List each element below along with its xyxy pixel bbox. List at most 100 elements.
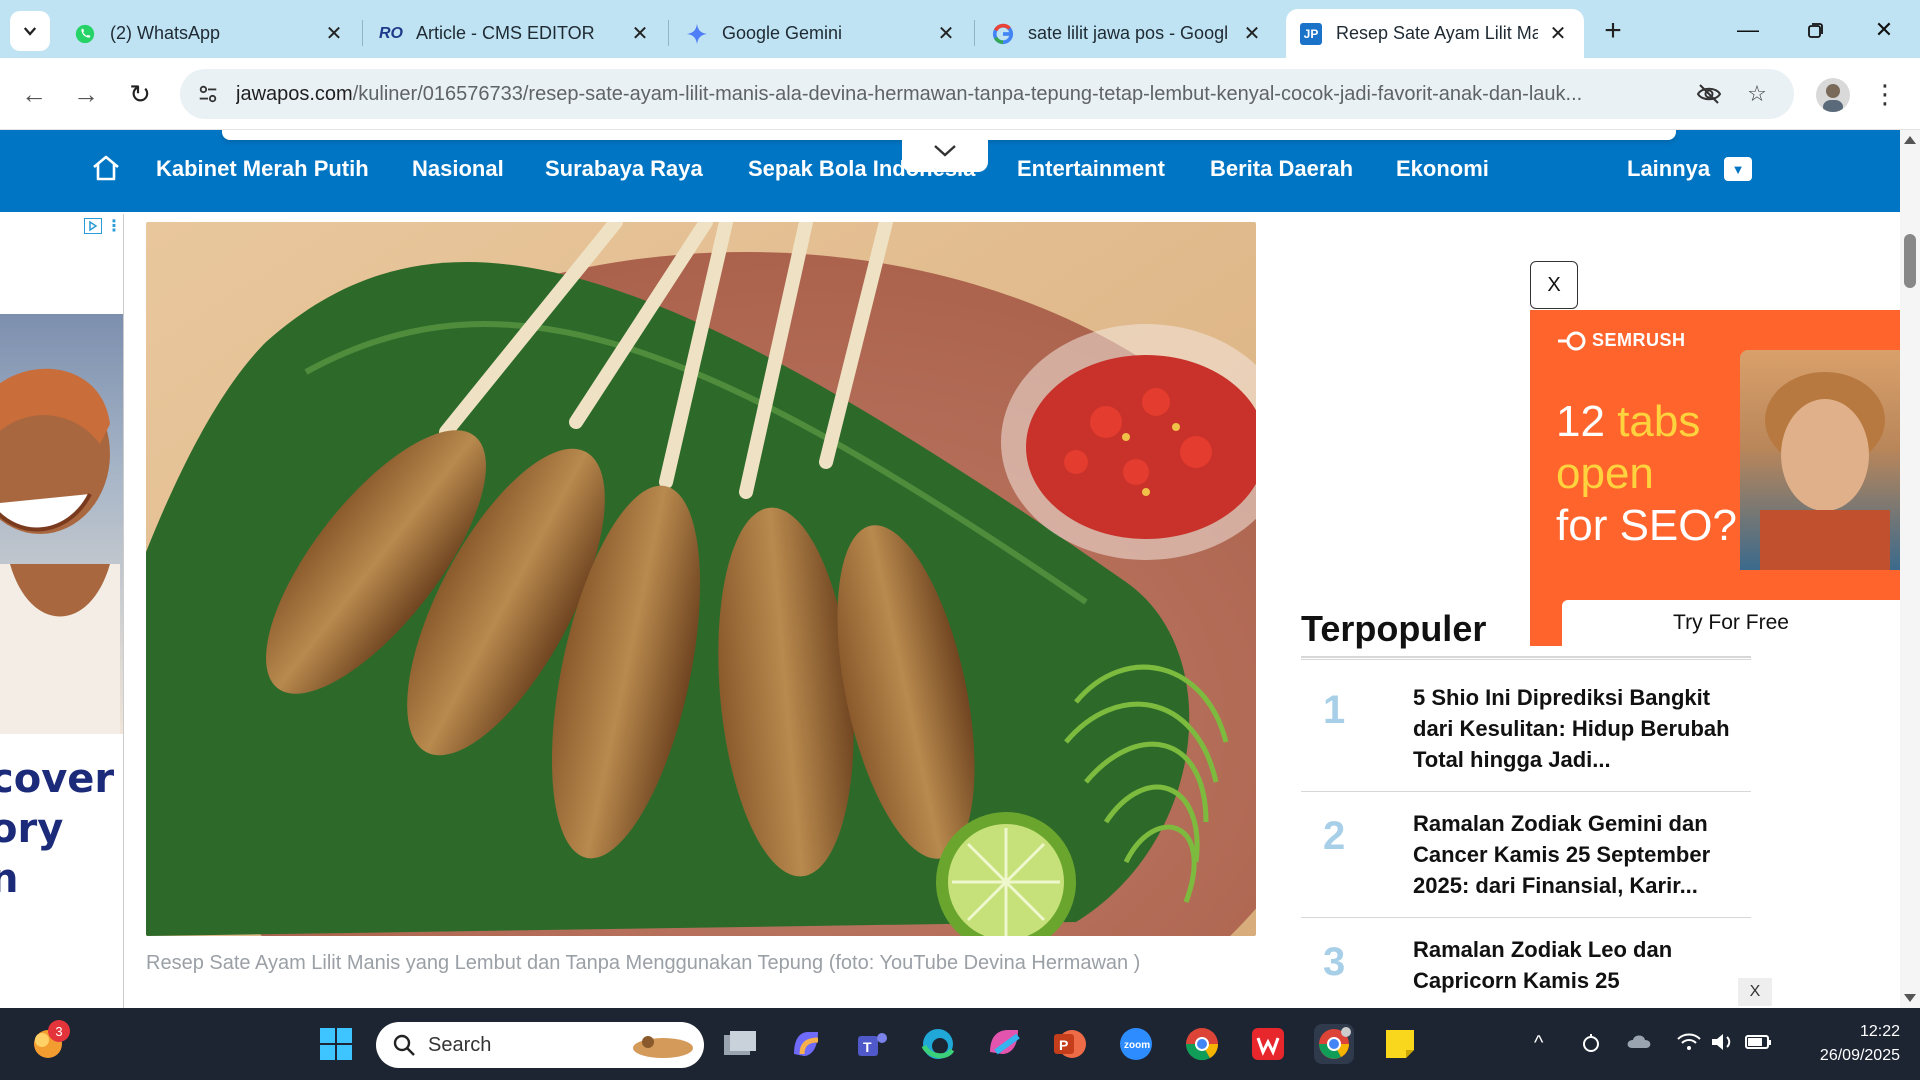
tab-separator — [362, 20, 363, 46]
browser-menu-button[interactable]: ⋮ — [1870, 76, 1900, 112]
copilot-app[interactable] — [786, 1024, 826, 1064]
eye-off-icon[interactable] — [1694, 79, 1724, 109]
ad-text-line: ory — [0, 806, 64, 852]
powerpoint-app[interactable]: P — [1050, 1024, 1090, 1064]
scroll-down-icon[interactable] — [1904, 994, 1916, 1002]
task-view-button[interactable] — [720, 1024, 760, 1064]
tab-close-button[interactable]: ✕ — [322, 22, 346, 46]
url-path: /kuliner/016576733/resep-sate-ayam-lilit… — [352, 82, 1583, 105]
ad-close-button[interactable]: X — [1530, 261, 1578, 309]
close-window-button[interactable]: ✕ — [1856, 8, 1912, 52]
tab-cms-editor[interactable]: RO Article - CMS EDITOR ✕ — [366, 9, 666, 58]
semrush-ad[interactable]: SEMRUSH 12 tabs open for SEO? Try For Fr… — [1530, 310, 1900, 646]
url-text[interactable]: jawapos.com/kuliner/016576733/resep-sate… — [236, 83, 1676, 106]
sticky-notes-app[interactable] — [1380, 1024, 1420, 1064]
zoom-app[interactable]: zoom — [1116, 1024, 1156, 1064]
minimize-button[interactable]: — — [1720, 8, 1776, 52]
home-icon[interactable] — [90, 152, 122, 184]
page-scrollbar[interactable] — [1900, 130, 1920, 1008]
ad-text-line: n — [0, 854, 114, 904]
copilot-icon — [794, 1032, 819, 1056]
tab-close-button[interactable]: ✕ — [1240, 22, 1264, 46]
ad-headline-text: 12 — [1556, 397, 1605, 446]
tab-strip: (2) WhatsApp ✕ RO Article - CMS EDITOR ✕… — [0, 0, 1920, 58]
tab-search-button[interactable] — [10, 11, 50, 51]
edge-app[interactable] — [918, 1024, 958, 1064]
popular-headline[interactable]: Ramalan Zodiak Gemini dan Cancer Kamis 2… — [1413, 808, 1733, 901]
popular-headline[interactable]: 5 Shio Ini Diprediksi Bangkit dari Kesul… — [1413, 682, 1733, 775]
nav-berita-daerah[interactable]: Berita Daerah — [1210, 156, 1353, 182]
forward-button[interactable]: → — [66, 74, 106, 114]
nav-surabaya-raya[interactable]: Surabaya Raya — [545, 156, 703, 182]
popular-item[interactable]: 3 Ramalan Zodiak Leo dan Capricorn Kamis… — [1301, 920, 1751, 1008]
search-label: Search — [428, 1033, 492, 1056]
nav-nasional[interactable]: Nasional — [412, 156, 504, 182]
tab-close-button[interactable]: ✕ — [628, 22, 652, 46]
woman-illustration — [0, 368, 120, 734]
chrome-active-app[interactable] — [1314, 1024, 1354, 1064]
start-button[interactable] — [316, 1024, 356, 1064]
divider — [1301, 656, 1751, 660]
svg-text:zoom: zoom — [1124, 1040, 1150, 1051]
nav-kabinet-merah-putih[interactable]: Kabinet Merah Putih — [156, 156, 369, 182]
popular-headline[interactable]: Ramalan Zodiak Leo dan Capricorn Kamis 2… — [1413, 934, 1733, 996]
tray-sync-icon[interactable] — [1580, 1032, 1602, 1060]
close-icon: ✕ — [1874, 17, 1894, 42]
scrollbar-thumb[interactable] — [1904, 234, 1916, 288]
reload-button[interactable]: ↻ — [120, 74, 160, 114]
tab-close-button[interactable]: ✕ — [1546, 22, 1570, 46]
chrome-app[interactable] — [1182, 1024, 1222, 1064]
left-side-ad[interactable]: ⋮ cover ory n — [0, 214, 124, 1008]
bookmark-star-icon[interactable]: ☆ — [1742, 79, 1772, 109]
tab-google-search[interactable]: sate lilit jawa pos - Googl ✕ — [978, 9, 1278, 58]
onedrive-icon[interactable] — [1626, 1032, 1654, 1058]
semrush-flame-icon — [1558, 331, 1586, 350]
scroll-up-icon[interactable] — [1904, 136, 1916, 144]
bottom-ad-close-button[interactable]: X — [1738, 978, 1772, 1006]
wifi-icon[interactable] — [1676, 1032, 1702, 1058]
svg-text:T: T — [863, 1039, 872, 1055]
url-domain: jawapos.com — [236, 82, 353, 105]
ad-headline-text: for SEO? — [1556, 501, 1737, 550]
notification-badge: 3 — [48, 1020, 70, 1042]
try-for-free-button[interactable]: Try For Free — [1562, 600, 1900, 646]
teams-icon: T — [858, 1033, 887, 1056]
m365-app[interactable] — [984, 1024, 1024, 1064]
tab-jawapos-active[interactable]: JP Resep Sate Ayam Lilit Ma ✕ — [1286, 9, 1584, 58]
site-nav: Kabinet Merah Putih Nasional Surabaya Ra… — [0, 130, 1900, 212]
back-button[interactable]: ← — [14, 74, 54, 114]
new-tab-button[interactable]: + — [1596, 14, 1630, 48]
wps-app[interactable] — [1248, 1024, 1288, 1064]
battery-icon[interactable] — [1744, 1032, 1772, 1058]
tab-whatsapp[interactable]: (2) WhatsApp ✕ — [60, 9, 360, 58]
volume-icon[interactable] — [1710, 1032, 1736, 1058]
taskbar: 3 Search T P zoom ^ 12:22 26/09/2025 — [0, 1008, 1920, 1080]
teams-app[interactable]: T — [852, 1024, 892, 1064]
nav-entertainment[interactable]: Entertainment — [1017, 156, 1165, 182]
whatsapp-icon — [74, 23, 96, 45]
tray-overflow-button[interactable]: ^ — [1534, 1032, 1543, 1055]
tab-close-button[interactable]: ✕ — [934, 22, 958, 46]
site-info-button[interactable] — [188, 74, 228, 114]
arrow-left-icon: ← — [21, 78, 47, 109]
popular-rank: 2 — [1323, 814, 1346, 858]
popular-item[interactable]: 2 Ramalan Zodiak Gemini dan Cancer Kamis… — [1301, 794, 1751, 918]
profile-avatar[interactable] — [1816, 78, 1850, 112]
restore-button[interactable] — [1788, 8, 1844, 52]
tab-title: Article - CMS EDITOR — [416, 23, 595, 43]
caret-down-icon[interactable]: ▼ — [1724, 157, 1752, 181]
system-clock[interactable]: 12:22 26/09/2025 — [1780, 1020, 1900, 1068]
nav-ekonomi[interactable]: Ekonomi — [1396, 156, 1489, 182]
tab-separator — [668, 20, 669, 46]
popular-item[interactable]: 1 5 Shio Ini Diprediksi Bangkit dari Kes… — [1301, 668, 1751, 792]
ad-text: cover ory n — [0, 754, 114, 904]
taskbar-search[interactable]: Search — [376, 1022, 704, 1068]
chrome-icon — [1185, 1028, 1219, 1061]
tab-gemini[interactable]: Google Gemini ✕ — [672, 9, 972, 58]
collapse-banner-button[interactable] — [902, 130, 988, 172]
chrome-profile-icon — [1319, 1027, 1351, 1059]
tab-separator — [974, 20, 975, 46]
ad-choices[interactable]: ⋮ — [76, 216, 122, 236]
address-bar[interactable]: jawapos.com/kuliner/016576733/resep-sate… — [180, 69, 1794, 119]
nav-lainnya[interactable]: Lainnya — [1627, 156, 1710, 182]
